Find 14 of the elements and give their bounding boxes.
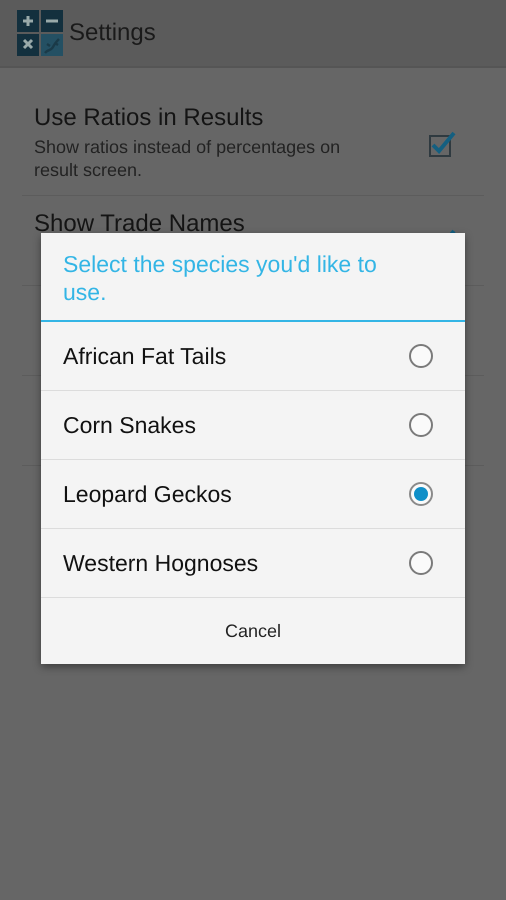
- app-title: Settings: [69, 19, 156, 47]
- cancel-button[interactable]: Cancel: [41, 598, 465, 664]
- species-option[interactable]: Corn Snakes: [41, 391, 465, 460]
- radio-button[interactable]: [409, 413, 433, 437]
- checkbox[interactable]: [428, 130, 456, 158]
- setting-title: Use Ratios in Results: [34, 104, 264, 132]
- setting-summary: Show ratios instead of percentages on result screen.: [34, 136, 342, 182]
- radio-button[interactable]: [409, 344, 433, 368]
- calculator-lizard-icon: [17, 10, 63, 56]
- species-option[interactable]: Leopard Geckos: [41, 460, 465, 529]
- radio-button[interactable]: [409, 482, 433, 506]
- species-option[interactable]: African Fat Tails: [41, 322, 465, 391]
- radio-button[interactable]: [409, 551, 433, 575]
- dialog-title: Select the species you'd like to use.: [41, 233, 465, 322]
